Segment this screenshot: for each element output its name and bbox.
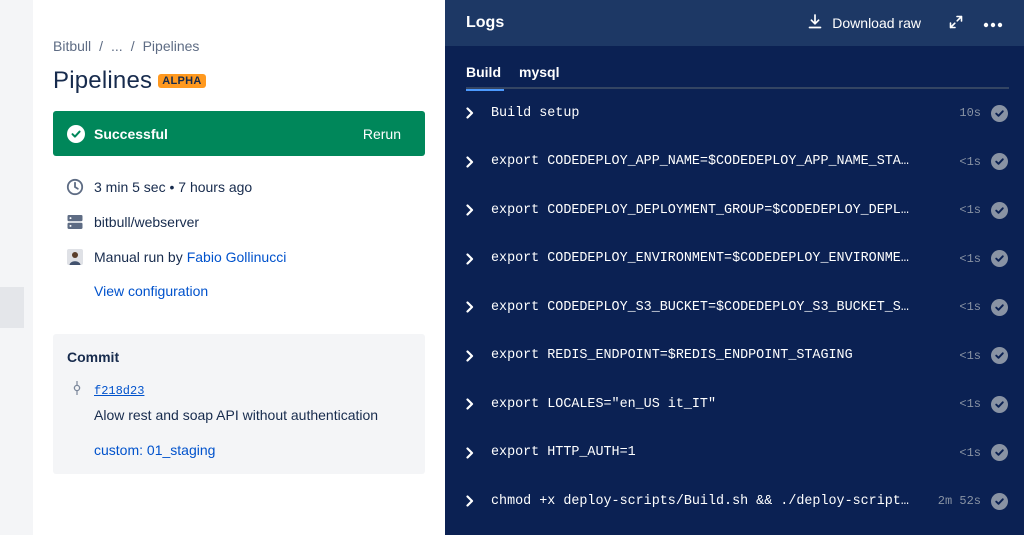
logs-header: Logs Download raw: [445, 0, 1024, 46]
log-step-command: export LOCALES="en_US it_IT": [491, 396, 716, 412]
chevron-right-icon[interactable]: [466, 106, 478, 120]
trigger-row: Manual run by Fabio Gollinucci: [66, 248, 286, 266]
tab-build[interactable]: Build: [466, 64, 504, 91]
tab-mysql[interactable]: mysql: [519, 64, 559, 89]
check-circle-icon: [991, 347, 1008, 364]
more-button[interactable]: [983, 15, 1003, 31]
download-icon: [808, 14, 822, 32]
commit-card-title: Commit: [67, 349, 120, 365]
check-circle-icon: [991, 201, 1008, 219]
check-circle-icon: [991, 492, 1008, 510]
server-icon: [66, 213, 84, 231]
chevron-right-icon[interactable]: [466, 300, 478, 314]
check-circle-icon: [991, 104, 1008, 122]
log-step-command: export CODEDEPLOY_ENVIRONMENT=$CODEDEPLO…: [491, 251, 916, 266]
check-circle-icon: [991, 395, 1008, 413]
log-step-duration: 2m 52s: [937, 494, 981, 508]
view-config-row: View configuration: [94, 283, 208, 299]
page-title: Pipelines: [53, 67, 153, 94]
clock-icon: [66, 178, 84, 196]
chevron-right-icon[interactable]: [466, 494, 478, 508]
log-step-row[interactable]: export CODEDEPLOY_DEPLOYMENT_GROUP=$CODE…: [466, 200, 1009, 220]
log-step-row[interactable]: Build setup 10s: [466, 103, 1009, 123]
breadcrumb-separator: /: [130, 38, 135, 54]
check-circle-icon: [991, 444, 1008, 461]
left-gutter: [0, 0, 33, 535]
commit-card: Commit f218d23 Alow rest and soap API wi…: [53, 334, 425, 474]
breadcrumb-separator: /: [99, 38, 104, 54]
log-step-row[interactable]: export LOCALES="en_US it_IT" <1s: [466, 394, 1009, 414]
trigger-user-link[interactable]: Fabio Gollinucci: [187, 249, 287, 265]
alpha-badge: ALPHA: [158, 74, 206, 88]
commit-icon: [73, 381, 81, 400]
log-step-row[interactable]: export REDIS_ENDPOINT=$REDIS_ENDPOINT_ST…: [466, 346, 1009, 366]
log-step-command: export CODEDEPLOY_APP_NAME=$CODEDEPLOY_A…: [491, 154, 916, 169]
log-step-duration: <1s: [959, 300, 981, 314]
chevron-right-icon[interactable]: [466, 155, 478, 169]
duration-text: 3 min 5 sec • 7 hours ago: [94, 179, 253, 195]
log-step-duration: 10s: [959, 106, 981, 120]
download-raw-label: Download raw: [832, 15, 921, 31]
repository-name: bitbull/webserver: [94, 214, 200, 230]
check-circle-icon: [991, 298, 1008, 316]
expand-button[interactable]: [949, 15, 963, 32]
logs-tabs: Build mysql: [466, 64, 1009, 91]
download-raw-button[interactable]: Download raw: [808, 14, 921, 32]
commit-hash-row: f218d23: [73, 381, 144, 400]
logs-panel: Logs Download raw Build mysql Build setu…: [445, 0, 1024, 535]
log-step-command: export CODEDEPLOY_S3_BUCKET=$CODEDEPLOY_…: [491, 299, 916, 315]
chevron-right-icon[interactable]: [466, 397, 478, 411]
expand-icon: [949, 15, 963, 32]
more-icon: [983, 15, 1003, 31]
logs-title: Logs: [466, 14, 505, 31]
status-bar: Successful Rerun: [53, 111, 425, 156]
breadcrumb-item-workspace[interactable]: Bitbull: [53, 38, 91, 54]
chevron-right-icon[interactable]: [466, 446, 478, 460]
page-title-row: Pipelines ALPHA: [53, 67, 206, 95]
log-step-duration: <1s: [959, 397, 981, 411]
rerun-button[interactable]: Rerun: [353, 122, 411, 146]
avatar: [66, 248, 84, 266]
log-step-command: export CODEDEPLOY_DEPLOYMENT_GROUP=$CODE…: [491, 202, 916, 218]
log-step-row[interactable]: export CODEDEPLOY_ENVIRONMENT=$CODEDEPLO…: [466, 249, 1009, 269]
log-step-row[interactable]: export CODEDEPLOY_APP_NAME=$CODEDEPLOY_A…: [466, 152, 1009, 172]
view-configuration-link[interactable]: View configuration: [94, 283, 208, 299]
log-step-duration: <1s: [959, 251, 981, 266]
check-circle-icon: [991, 153, 1008, 170]
log-step-command: Build setup: [491, 105, 580, 121]
log-step-row[interactable]: export CODEDEPLOY_S3_BUCKET=$CODEDEPLOY_…: [466, 297, 1009, 317]
chevron-right-icon[interactable]: [466, 349, 478, 363]
breadcrumb-item-pipelines[interactable]: Pipelines: [143, 38, 200, 54]
check-circle-icon: [991, 250, 1008, 267]
log-step-duration: <1s: [959, 348, 981, 363]
log-step-row[interactable]: export HTTP_AUTH=1 <1s: [466, 443, 1009, 463]
repository-row: bitbull/webserver: [66, 213, 199, 231]
commit-hash-link[interactable]: f218d23: [94, 384, 144, 398]
commit-message: Alow rest and soap API without authentic…: [94, 407, 379, 423]
duration-row: 3 min 5 sec • 7 hours ago: [66, 178, 252, 196]
commit-branch-link[interactable]: custom: 01_staging: [94, 442, 215, 458]
log-step-duration: <1s: [959, 154, 981, 169]
chevron-right-icon[interactable]: [466, 252, 478, 266]
pipeline-detail-panel: Bitbull / ... / Pipelines Pipelines ALPH…: [33, 0, 445, 535]
status-label: Successful: [94, 125, 168, 142]
check-circle-icon: [67, 124, 85, 143]
breadcrumb: Bitbull / ... / Pipelines: [53, 38, 199, 54]
log-step-duration: <1s: [959, 445, 981, 460]
sidebar-collapsed-tab[interactable]: [0, 287, 24, 328]
breadcrumb-item-ellipsis[interactable]: ...: [111, 38, 123, 54]
log-step-duration: <1s: [959, 203, 981, 217]
log-step-command: export HTTP_AUTH=1: [491, 445, 636, 460]
log-step-command: chmod +x deploy-scripts/Build.sh && ./de…: [491, 493, 916, 509]
log-step-row[interactable]: chmod +x deploy-scripts/Build.sh && ./de…: [466, 491, 1009, 511]
log-step-command: export REDIS_ENDPOINT=$REDIS_ENDPOINT_ST…: [491, 348, 853, 363]
chevron-right-icon[interactable]: [466, 203, 478, 217]
trigger-prefix: Manual run by: [94, 249, 183, 265]
